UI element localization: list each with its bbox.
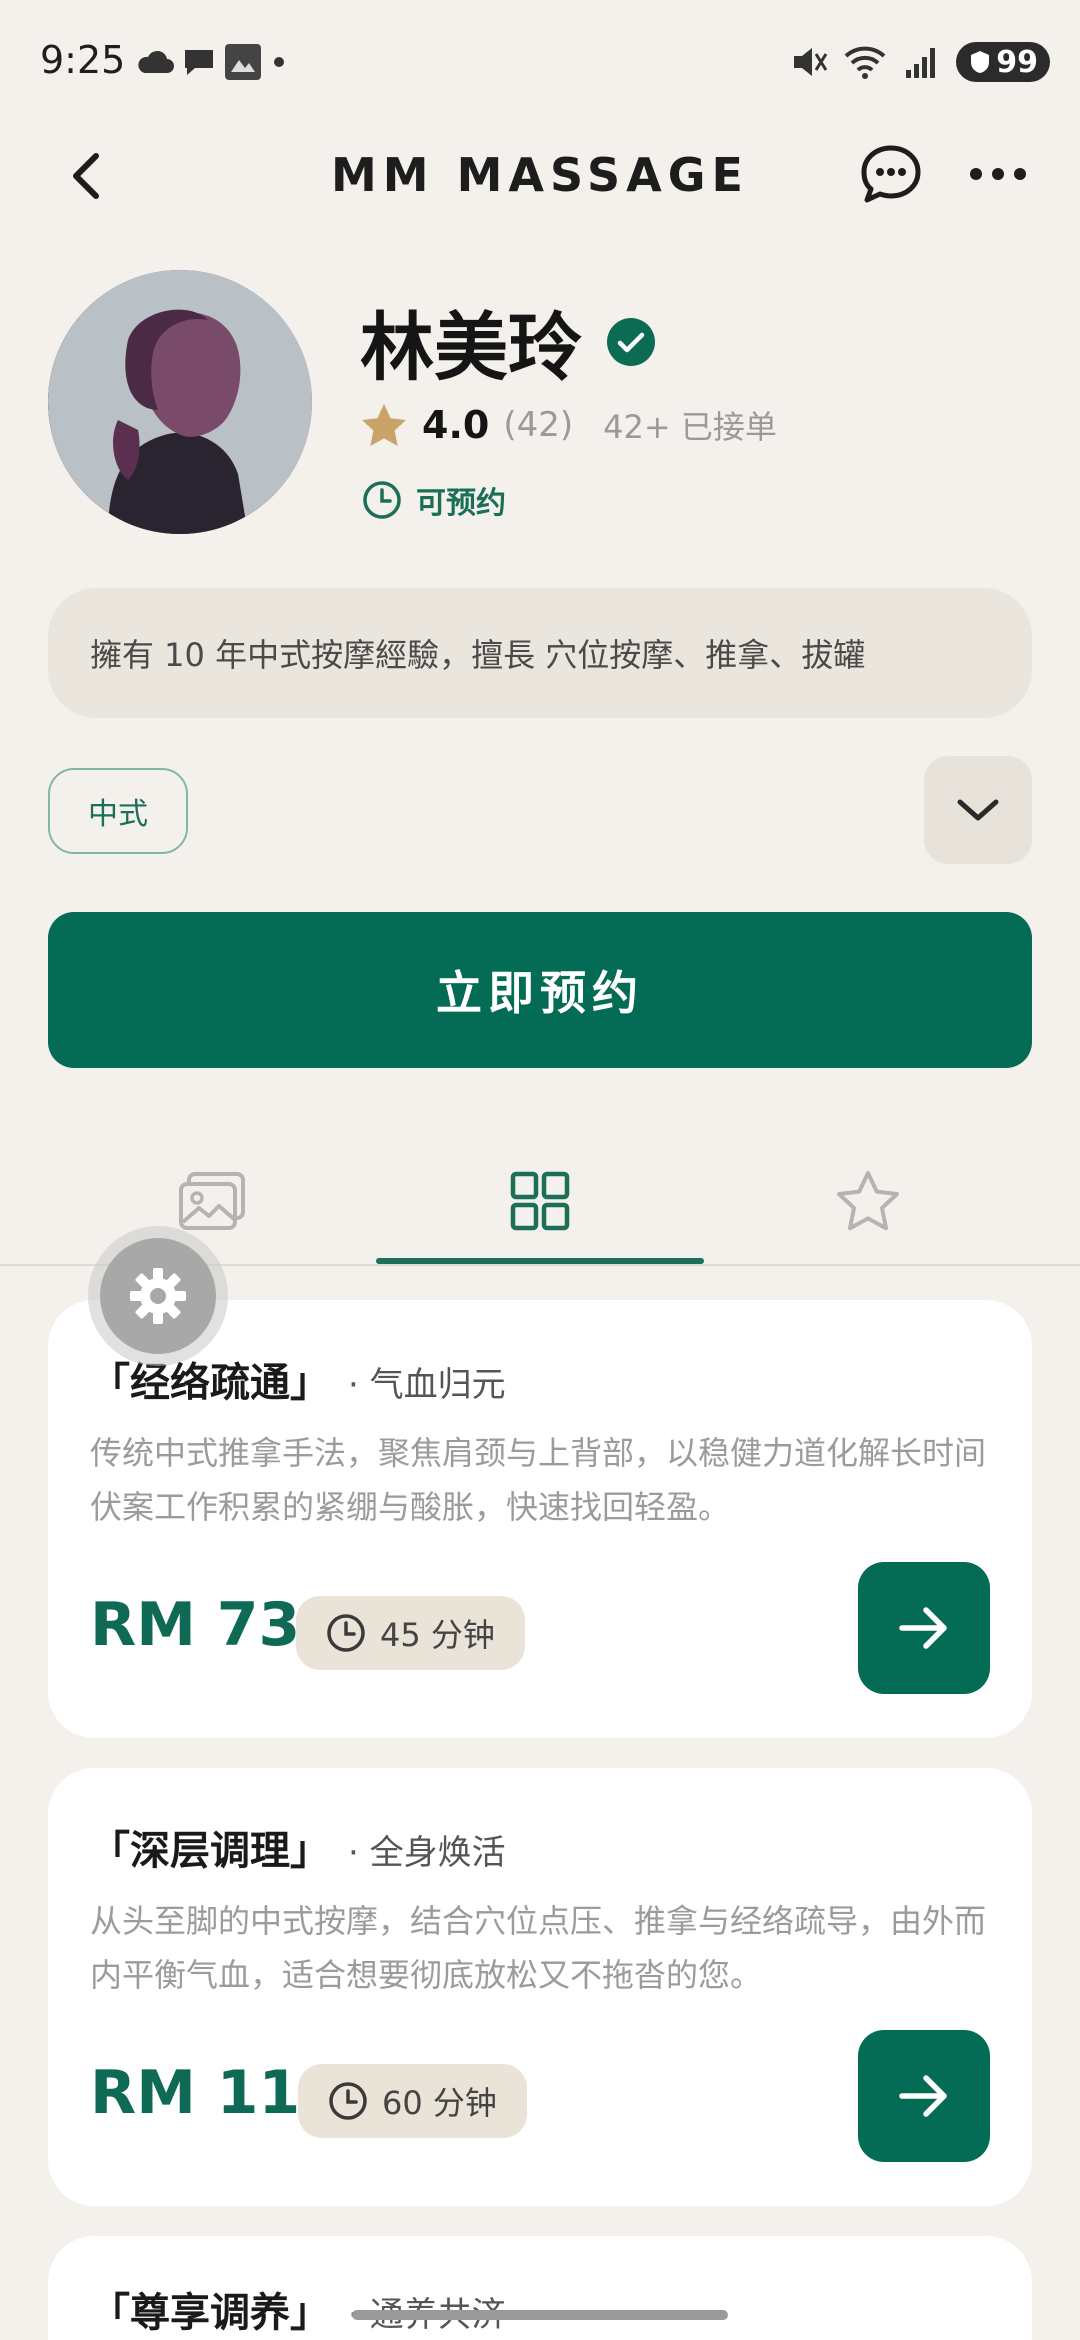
clock-icon xyxy=(329,2082,367,2120)
top-navbar: MM MASSAGE xyxy=(0,130,1080,220)
service-description: 传统中式推拿手法，聚焦肩颈与上背部，以稳健力道化解长时间伏案工作积累的紧绷与酸胀… xyxy=(90,1434,987,1526)
rating-value: 4.0 xyxy=(422,403,490,447)
status-time: 9:25 xyxy=(40,38,126,82)
arrow-right-icon xyxy=(899,1607,947,1649)
service-price: RM 73 xyxy=(90,1590,301,1660)
home-indicator[interactable] xyxy=(352,2310,728,2320)
gear-icon xyxy=(130,1268,186,1324)
service-title-row: 「深层调理」 · 全身焕活 xyxy=(90,1818,506,1876)
book-now-button[interactable]: 立即预约 xyxy=(48,912,1032,1068)
status-notification-icons xyxy=(135,42,289,82)
arrow-right-icon xyxy=(899,2075,947,2117)
service-duration: 45 分钟 xyxy=(380,1616,495,1654)
avatar-portrait-icon xyxy=(48,270,312,534)
mute-icon xyxy=(794,48,828,76)
chat-icon[interactable] xyxy=(858,142,924,208)
bio-box: 擁有 10 年中式按摩經驗，擅長 穴位按摩、推拿、拔罐 xyxy=(48,588,1032,718)
bio-text: 擁有 10 年中式按摩經驗，擅長 穴位按摩、推拿、拔罐 xyxy=(90,636,866,674)
more-options-icon[interactable] xyxy=(968,154,1028,194)
service-book-button[interactable] xyxy=(858,2030,990,2162)
style-tag: 中式 xyxy=(48,768,188,854)
clock-icon xyxy=(327,1614,365,1652)
star-outline-icon xyxy=(837,1171,899,1231)
therapist-avatar xyxy=(48,270,312,534)
service-title: 「深层调理」 xyxy=(90,1828,330,1874)
star-filled-icon xyxy=(362,404,406,446)
chevron-down-icon xyxy=(957,799,999,821)
gallery-icon xyxy=(179,1172,245,1230)
service-duration-badge: 45 分钟 xyxy=(296,1596,525,1670)
service-duration-badge: 60 分钟 xyxy=(298,2064,527,2138)
service-title-row: 「尊享调养」 · 通养共济 xyxy=(90,2280,506,2338)
app-thumbnail-icon xyxy=(225,44,261,80)
tab-reviews[interactable] xyxy=(704,1140,1032,1262)
availability-status: 可预约 xyxy=(416,486,506,521)
style-tag-label: 中式 xyxy=(88,797,148,832)
battery-indicator: 99 xyxy=(956,42,1050,82)
signal-icon xyxy=(906,48,936,78)
service-subtitle: · 气血归元 xyxy=(348,1365,506,1405)
battery-level: 99 xyxy=(996,44,1038,80)
tab-gallery[interactable] xyxy=(48,1140,376,1262)
status-system-icons: 99 xyxy=(788,42,1050,82)
service-duration: 60 分钟 xyxy=(382,2084,497,2122)
orders-count: 42+ 已接单 xyxy=(603,408,777,446)
service-description: 从头至脚的中式按摩，结合穴位点压、推拿与经络疏导，由外而内平衡气血，适合想要彻底… xyxy=(90,1902,987,1994)
clock-icon xyxy=(363,481,401,519)
battery-shield-icon xyxy=(971,51,990,73)
cloud-icon xyxy=(138,50,174,73)
dot-icon xyxy=(274,57,284,67)
tab-services[interactable] xyxy=(376,1140,704,1262)
status-bar: 9:25 99 xyxy=(0,0,1080,130)
expand-button[interactable] xyxy=(924,756,1032,864)
wifi-icon xyxy=(844,46,886,79)
service-card[interactable]: 「尊享调养」 · 通养共济 xyxy=(48,2236,1032,2340)
name-row: 林美玲 xyxy=(360,288,656,395)
service-subtitle: · 全身焕活 xyxy=(348,1833,506,1873)
availability-row: 可预约 xyxy=(362,478,506,522)
floating-settings-button[interactable] xyxy=(88,1226,228,1366)
service-card[interactable]: 「深层调理」 · 全身焕活 从头至脚的中式按摩，结合穴位点压、推拿与经络疏导，由… xyxy=(48,1768,1032,2206)
rating-count: (42) xyxy=(503,405,574,445)
service-title: 「尊享调养」 xyxy=(90,2290,330,2336)
floating-settings-inner xyxy=(100,1238,216,1354)
active-tab-indicator xyxy=(376,1258,704,1264)
grid-icon xyxy=(510,1171,570,1231)
service-book-button[interactable] xyxy=(858,1562,990,1694)
therapist-name: 林美玲 xyxy=(360,305,582,391)
verified-check-icon xyxy=(607,317,655,366)
rating-row: 4.0 (42) 42+ 已接单 xyxy=(360,402,777,448)
message-bubble-icon xyxy=(185,50,213,75)
service-card[interactable]: 「经络疏通」 · 气血归元 传统中式推拿手法，聚焦肩颈与上背部，以稳健力道化解长… xyxy=(48,1300,1032,1738)
